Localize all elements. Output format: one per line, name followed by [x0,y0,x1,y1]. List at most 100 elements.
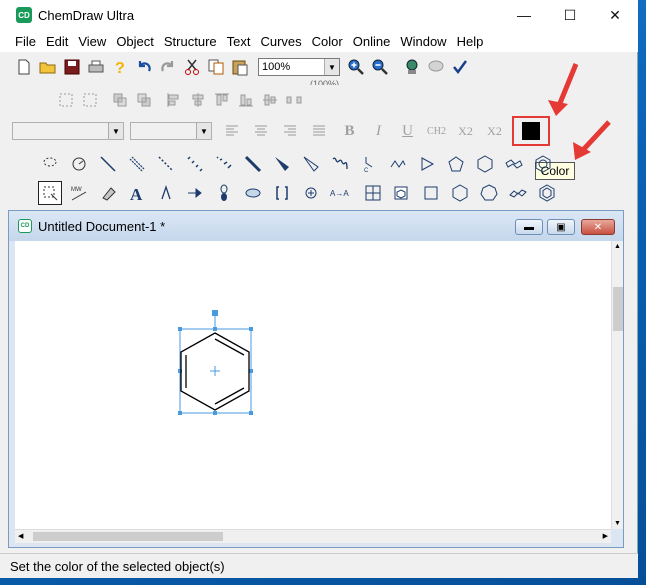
send-back-icon[interactable] [132,88,156,112]
chevron-down-icon[interactable]: ▼ [108,123,123,139]
subscript-button[interactable]: X2 [451,119,480,143]
drawing-canvas[interactable] [15,241,611,529]
superscript-button[interactable]: X2 [480,119,509,143]
minimize-button[interactable]: — [501,0,547,30]
menu-help[interactable]: Help [452,34,489,49]
print-icon[interactable] [84,55,108,79]
italic-button[interactable]: I [364,119,393,143]
bold-button[interactable]: B [335,119,364,143]
cyclohexane-boat-icon[interactable] [506,181,530,205]
dashed-bond-icon[interactable] [154,152,178,176]
doc-close-button[interactable]: ✕ [581,219,615,235]
menu-text[interactable]: Text [222,34,256,49]
benzene-drawing[interactable] [15,241,611,529]
scroll-right-icon[interactable]: ▶ [603,532,608,540]
double-bond-icon[interactable] [125,152,149,176]
group-icon[interactable] [54,88,78,112]
rectangle-icon[interactable] [419,181,443,205]
single-bond-icon[interactable] [96,152,120,176]
menu-file[interactable]: File [10,34,41,49]
bring-front-icon[interactable] [108,88,132,112]
align-left-icon[interactable] [162,88,186,112]
font-size-select[interactable]: ▼ [130,122,212,140]
chevron-down-icon[interactable]: ▼ [324,59,339,75]
doc-minimize-button[interactable]: ▬ [515,219,543,235]
table-tool-icon[interactable] [361,181,385,205]
align-top-icon[interactable] [210,88,234,112]
align-text-right-icon[interactable] [278,119,302,143]
reaction-query-icon[interactable]: A→A [328,181,356,205]
chain-tool-icon[interactable]: C [357,152,381,176]
menu-window[interactable]: Window [395,34,451,49]
zoom-out-icon[interactable] [368,55,392,79]
vertical-scrollbar[interactable]: ▲ ▼ [611,241,623,529]
zoom-in-icon[interactable] [344,55,368,79]
distribute-icon[interactable] [282,88,306,112]
menu-online[interactable]: Online [348,34,396,49]
hashed-wedge-icon[interactable] [212,152,236,176]
menu-color[interactable]: Color [307,34,348,49]
open-folder-icon[interactable] [36,55,60,79]
text-tool-icon[interactable]: A [125,181,149,205]
scroll-up-icon[interactable]: ▲ [614,243,621,250]
menu-curves[interactable]: Curves [255,34,306,49]
benzene-icon[interactable] [531,152,555,176]
brackets-icon[interactable] [270,181,294,205]
ungroup-icon[interactable] [78,88,102,112]
menu-view[interactable]: View [73,34,111,49]
templates-icon[interactable] [390,181,414,205]
check-icon[interactable] [448,55,472,79]
pen-tool-icon[interactable] [154,181,178,205]
menu-edit[interactable]: Edit [41,34,73,49]
maximize-button[interactable]: ☐ [547,0,593,30]
menu-object[interactable]: Object [111,34,159,49]
wedge-bond-icon[interactable] [270,152,294,176]
cyclohexane-chair-icon[interactable] [502,152,526,176]
align-bottom-icon[interactable] [234,88,258,112]
model-icon[interactable] [400,55,424,79]
paste-icon[interactable] [228,55,252,79]
align-text-left-icon[interactable] [220,119,244,143]
zoom-select[interactable]: 100% ▼ [258,58,340,76]
horizontal-scrollbar[interactable]: ◀ ▶ [15,529,611,543]
new-document-icon[interactable] [12,55,36,79]
arrow-tool-icon[interactable] [183,181,207,205]
underline-button[interactable]: U [393,119,422,143]
horizontal-scroll-thumb[interactable] [33,532,223,541]
drawing-elements-icon[interactable] [241,181,265,205]
undo-icon[interactable] [132,55,156,79]
cyclopropane-icon[interactable] [415,152,439,176]
cyclopentane-icon[interactable] [444,152,468,176]
lasso-icon[interactable] [38,152,62,176]
cyclohexane-icon[interactable] [473,152,497,176]
scroll-down-icon[interactable]: ▼ [614,520,621,527]
cyclohexane-2-icon[interactable] [448,181,472,205]
cyclopentadiene-icon[interactable] [535,181,559,205]
orbital-tool-icon[interactable] [212,181,236,205]
color-button[interactable] [512,116,550,146]
align-middle-icon[interactable] [258,88,282,112]
close-button[interactable]: ✕ [592,0,638,30]
cut-icon[interactable] [180,55,204,79]
justify-text-icon[interactable] [307,119,331,143]
mass-fragmentation-icon[interactable]: MW [67,181,91,205]
cycloheptane-icon[interactable] [477,181,501,205]
wavy-bond-icon[interactable] [328,152,352,176]
scroll-left-icon[interactable]: ◀ [18,532,23,540]
brain-icon[interactable] [424,55,448,79]
doc-restore-button[interactable]: ▣ [547,219,575,235]
redo-icon[interactable] [156,55,180,79]
hollow-wedge-icon[interactable] [299,152,323,176]
chevron-down-icon[interactable]: ▼ [196,123,211,139]
vertical-scroll-thumb[interactable] [613,287,623,331]
acyclic-chain-icon[interactable] [386,152,410,176]
align-center-icon[interactable] [186,88,210,112]
bold-bond-icon[interactable] [241,152,265,176]
formula-button[interactable]: CH2 [422,119,451,143]
marquee-select-icon[interactable] [38,181,62,205]
hashed-bond-icon[interactable] [183,152,207,176]
align-text-center-icon[interactable] [249,119,273,143]
save-icon[interactable] [60,55,84,79]
copy-icon[interactable] [204,55,228,79]
chemical-symbols-icon[interactable] [299,181,323,205]
